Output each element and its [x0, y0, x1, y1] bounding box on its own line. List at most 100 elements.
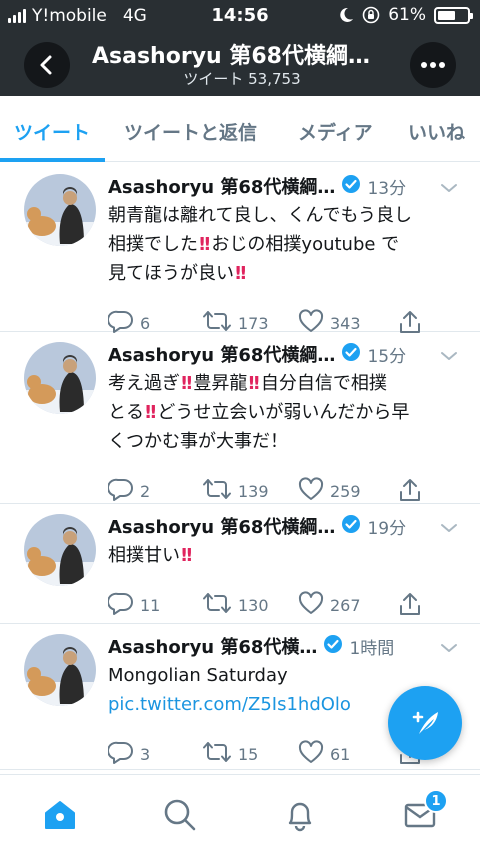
share-icon	[398, 591, 422, 621]
bottom-tab-bar: 1	[0, 774, 480, 852]
retweet-count: 173	[238, 313, 269, 333]
retweet-button[interactable]: 130	[202, 591, 269, 619]
tweet-text-line: 見てほうが良い!!	[108, 259, 458, 288]
retweet-button[interactable]: 139	[202, 477, 269, 505]
tab-home[interactable]	[40, 795, 80, 835]
tweet-timestamp[interactable]: 13分	[367, 174, 406, 199]
tweet[interactable]: Asashoryu 第68代横綱… 13分朝青龍は離れて良し、くんでもう良し相撲…	[0, 164, 480, 333]
retweet-icon	[202, 591, 232, 619]
chevron-down-icon[interactable]	[440, 519, 458, 538]
verified-badge-icon	[323, 634, 343, 658]
moon-icon	[340, 7, 354, 22]
tweet-count: ツイート 53,753	[183, 70, 301, 88]
double-exclamation-emoji: !!	[198, 234, 212, 255]
tweet-author-name[interactable]: Asashoryu 第68代横…	[108, 633, 317, 659]
reply-button[interactable]: 11	[107, 591, 161, 619]
status-bar: Y!mobile 4G 14:56 61%	[0, 0, 480, 32]
retweet-button[interactable]: 15	[202, 740, 258, 768]
retweet-count: 139	[238, 481, 269, 501]
tweet-text-segment: Mongolian Saturday	[108, 665, 288, 686]
profile-tabs: ツイート ツイートと返信 メディア いいね	[0, 96, 480, 162]
tab-notifications[interactable]	[280, 795, 320, 835]
tweet-text-segment: おじの相撲youtube で	[211, 234, 400, 255]
double-exclamation-emoji: !!	[144, 402, 158, 423]
tweet-text-segment: 自分自信で相撲	[260, 373, 387, 394]
tweet-text: 朝青龍は離れて良し、くんでもう良し 相撲でした!! おじの相撲youtube で見て…	[108, 201, 458, 288]
reply-count: 2	[140, 481, 151, 501]
double-exclamation-emoji: !!	[234, 263, 248, 284]
chevron-down-icon[interactable]	[440, 639, 458, 658]
bell-icon	[288, 802, 312, 832]
tweet-text-line: 相撲甘い!!	[108, 541, 458, 570]
tweet-text-segment: 朝青龍は離れて良し、くんでもう良し	[108, 205, 413, 226]
tab-messages[interactable]: 1	[400, 789, 448, 835]
tweet-author-name[interactable]: Asashoryu 第68代横綱…	[108, 513, 335, 539]
tweet-author-name[interactable]: Asashoryu 第68代横綱…	[108, 341, 335, 367]
like-button[interactable]: 267	[298, 591, 361, 619]
tweet-timestamp[interactable]: 19分	[367, 514, 406, 539]
tweet-text-segment: 見てほうが良い	[108, 263, 234, 284]
heart-icon	[298, 591, 324, 619]
tab-search[interactable]	[160, 795, 200, 835]
tweet-actions: 11 130 267	[107, 591, 428, 619]
tab-tweets-and-replies[interactable]: ツイートと返信	[124, 118, 257, 145]
tab-media[interactable]: メディア	[298, 118, 373, 145]
more-dots-icon	[421, 62, 445, 68]
tweet-text: 考え過ぎ!! 豊昇龍!! 自分自信で相撲 とる!! どうせ立会いが弱いんだから早 くつかむ…	[108, 369, 458, 456]
tab-likes[interactable]: いいね	[408, 118, 465, 145]
like-count: 61	[330, 744, 351, 764]
like-button[interactable]: 61	[298, 740, 350, 768]
like-count: 259	[330, 481, 361, 501]
home-icon	[45, 801, 75, 829]
tweet[interactable]: Asashoryu 第68代横綱… 19分 相撲甘い!! 11 130 267	[0, 504, 480, 624]
reply-icon	[107, 591, 134, 619]
chevron-left-icon	[40, 55, 52, 75]
verified-badge-icon	[341, 174, 361, 198]
profile-title: Asashoryu 第68代横綱…	[92, 44, 370, 69]
reply-count: 11	[140, 595, 161, 615]
reply-button[interactable]: 2	[107, 477, 151, 505]
tab-tweets[interactable]: ツイート	[14, 118, 90, 145]
tweet-header: Asashoryu 第68代横… 1時間	[108, 633, 448, 659]
search-icon	[164, 799, 196, 831]
avatar[interactable]	[24, 174, 96, 246]
tweet-text-segment: 豊昇龍	[193, 373, 248, 394]
compose-tweet-button[interactable]	[388, 686, 462, 760]
tweet-text-segment: くつかむ事が大事だ！	[108, 431, 288, 452]
tweet-text-line: Mongolian Saturday	[108, 661, 458, 690]
tweet-timestamp[interactable]: 1時間	[349, 634, 394, 659]
active-tab-indicator	[0, 158, 105, 162]
tweet-author-name[interactable]: Asashoryu 第68代横綱…	[108, 173, 335, 199]
messages-badge: 1	[424, 789, 448, 813]
reply-button[interactable]: 3	[107, 740, 150, 768]
more-button[interactable]	[410, 42, 456, 88]
profile-header: Asashoryu 第68代横綱… ツイート 53,753	[0, 32, 480, 96]
tweet-header: Asashoryu 第68代横綱… 13分	[108, 173, 448, 199]
avatar[interactable]	[24, 634, 96, 706]
chevron-down-icon[interactable]	[440, 179, 458, 198]
rotation-lock-icon	[362, 6, 380, 24]
back-button[interactable]	[24, 42, 70, 88]
tweet-text-segment: 考え過ぎ	[108, 373, 180, 394]
tweet-timestamp[interactable]: 15分	[367, 342, 406, 367]
chevron-down-icon[interactable]	[440, 347, 458, 366]
retweet-count: 130	[238, 595, 269, 615]
share-icon	[398, 477, 422, 507]
avatar[interactable]	[24, 514, 96, 586]
battery-fill	[438, 10, 456, 20]
heart-icon	[298, 477, 324, 505]
tweet[interactable]: Asashoryu 第68代横綱… 15分 考え過ぎ!! 豊昇龍!! 自分自信で相撲と…	[0, 332, 480, 504]
battery-icon	[434, 6, 473, 24]
tweet-text-line: 相撲でした!! おじの相撲youtube で	[108, 230, 458, 259]
tweet-text: 相撲甘い!!	[108, 541, 458, 570]
tweet-header: Asashoryu 第68代横綱… 19分	[108, 513, 448, 539]
tweet-header: Asashoryu 第68代横綱… 15分	[108, 341, 448, 367]
battery-percent: 61%	[388, 5, 426, 25]
avatar[interactable]	[24, 342, 96, 414]
tweet-text-segment: 相撲甘い	[108, 545, 180, 566]
share-button[interactable]	[398, 591, 422, 621]
like-button[interactable]: 259	[298, 477, 361, 505]
share-button[interactable]	[398, 477, 422, 507]
status-right: 61%	[338, 5, 473, 25]
verified-badge-icon	[341, 514, 361, 538]
